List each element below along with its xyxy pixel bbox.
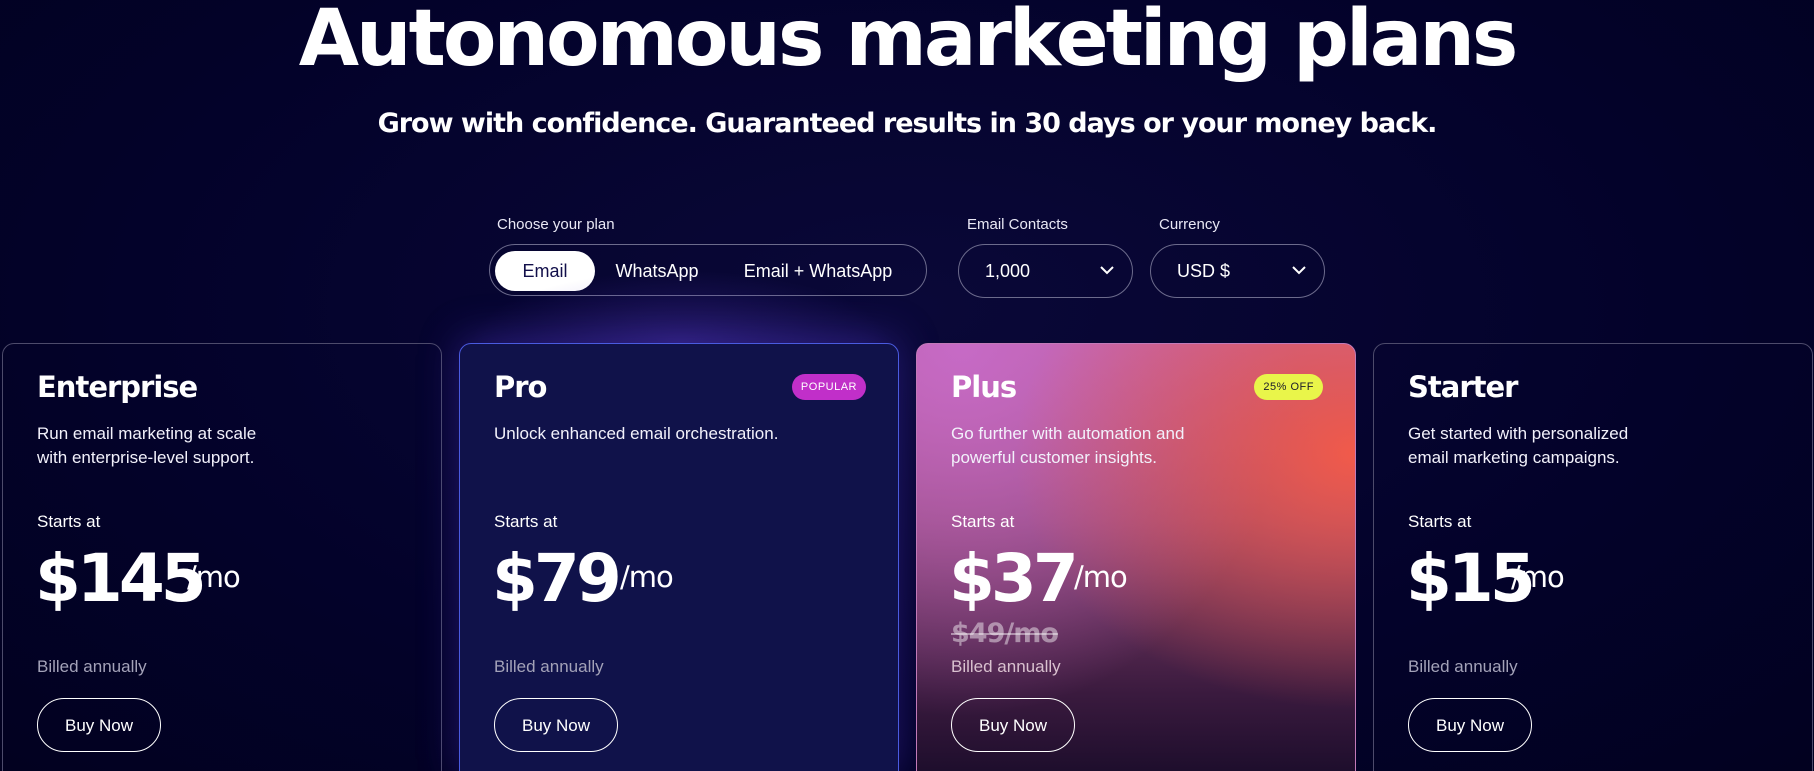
starts-at-label: Starts at xyxy=(1408,512,1472,531)
chevron-down-icon xyxy=(1100,266,1114,275)
contacts-label: Email Contacts xyxy=(967,216,1068,233)
plan-description: Go further with automation and powerful … xyxy=(951,424,1185,467)
plan-description: Unlock enhanced email orchestration. xyxy=(494,424,779,443)
pricing-page: Autonomous marketing plans Grow with con… xyxy=(0,0,1814,771)
plan-toggle-label: Choose your plan xyxy=(497,216,615,233)
page-subtitle: Grow with confidence. Guaranteed results… xyxy=(377,108,1438,139)
plan-name: Enterprise xyxy=(37,370,198,404)
chevron-down-icon xyxy=(1292,266,1306,275)
currency-label: Currency xyxy=(1159,216,1220,233)
plan-card-plus: Plus 25% OFF Go further with automation … xyxy=(916,343,1356,771)
starts-at-label: Starts at xyxy=(37,512,101,531)
plan-type-toggle: Email WhatsApp Email + WhatsApp xyxy=(489,244,927,296)
plan-option-email-whatsapp[interactable]: Email + WhatsApp xyxy=(720,251,916,291)
plan-card-starter: Starter Get started with personalized em… xyxy=(1373,343,1813,771)
buy-now-button-enterprise[interactable]: Buy Now xyxy=(37,698,161,752)
original-price: $49/mo xyxy=(951,618,1059,649)
starts-at-label: Starts at xyxy=(494,512,558,531)
price-period: /mo xyxy=(620,560,674,594)
plan-price: $145 xyxy=(35,540,207,617)
buy-now-button-plus[interactable]: Buy Now xyxy=(951,698,1075,752)
plan-price: $37 xyxy=(949,540,1079,617)
plan-option-email[interactable]: Email xyxy=(495,251,595,291)
currency-value: USD $ xyxy=(1177,261,1231,281)
billing-note: Billed annually xyxy=(951,657,1061,676)
contacts-value: 1,000 xyxy=(985,261,1031,281)
currency-select[interactable]: USD $ xyxy=(1150,244,1325,298)
plan-card-enterprise: Enterprise Run email marketing at scale … xyxy=(2,343,442,771)
price-period: /mo xyxy=(1074,560,1128,594)
billing-note: Billed annually xyxy=(494,657,604,676)
popular-badge: POPULAR xyxy=(791,374,866,400)
billing-note: Billed annually xyxy=(37,657,147,676)
starts-at-label: Starts at xyxy=(951,512,1015,531)
buy-now-button-starter[interactable]: Buy Now xyxy=(1408,698,1532,752)
plan-option-whatsapp[interactable]: WhatsApp xyxy=(602,251,712,291)
plan-description: Run email marketing at scale with enterp… xyxy=(37,424,257,467)
plan-name: Plus xyxy=(951,370,1017,404)
plan-price: $79 xyxy=(492,540,622,617)
plan-name: Starter xyxy=(1408,370,1518,404)
price-period: /mo xyxy=(187,560,241,594)
discount-badge: 25% OFF xyxy=(1254,374,1323,400)
plan-description: Get started with personalized email mark… xyxy=(1408,424,1629,467)
contacts-select[interactable]: 1,000 xyxy=(958,244,1133,298)
plan-name: Pro xyxy=(494,370,547,404)
plan-card-pro: Pro POPULAR Unlock enhanced email orches… xyxy=(459,343,899,771)
page-title: Autonomous marketing plans xyxy=(298,0,1519,84)
price-period: /mo xyxy=(1511,560,1565,594)
billing-note: Billed annually xyxy=(1408,657,1518,676)
buy-now-button-pro[interactable]: Buy Now xyxy=(494,698,618,752)
